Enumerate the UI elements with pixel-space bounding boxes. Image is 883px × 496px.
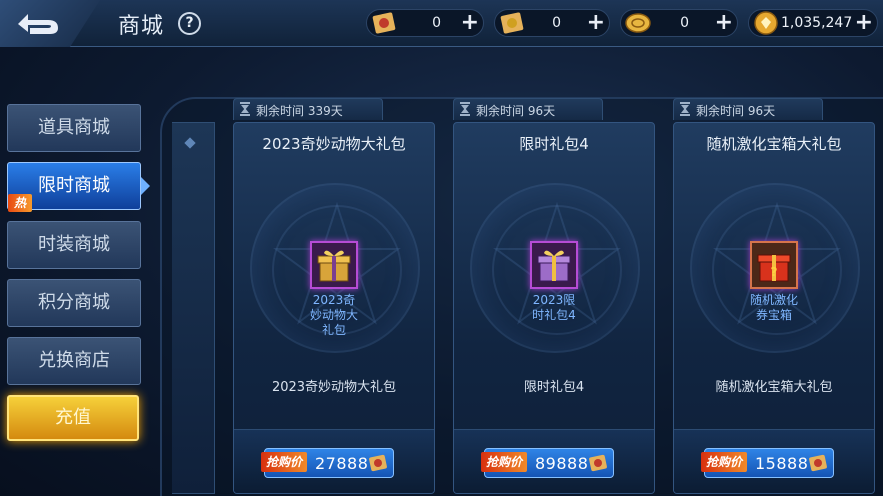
resource-value: 0 [680, 15, 689, 31]
sidebar-item-points-shop[interactable]: 积分商城 [7, 279, 141, 327]
countdown-text: 剩余时间 96天 [696, 104, 776, 118]
countdown-text: 剩余时间 339天 [256, 104, 343, 118]
countdown-tab: 剩余时间 339天 [233, 98, 383, 120]
red-mystery-box-icon[interactable]: ? [750, 241, 798, 289]
previous-card-edge [172, 122, 215, 494]
add-red-voucher-button[interactable]: + [461, 11, 479, 35]
resource-red-voucher: 0 + [366, 9, 484, 37]
voucher-icon [369, 454, 387, 472]
sale-price-tag: 抢购价 [481, 452, 528, 472]
buy-button[interactable]: 抢购价 15888 [701, 448, 834, 478]
resource-value: 0 [432, 15, 441, 31]
sidebar-item-label: 兑换商店 [38, 350, 110, 371]
buy-button[interactable]: 抢购价 27888 [261, 448, 394, 478]
resource-diamond-coupon: 1,035,247 + [748, 9, 878, 37]
hourglass-icon [680, 102, 690, 116]
product-card[interactable]: 2023奇妙动物大礼包 2023奇 妙动物大 礼包 2023奇妙动物大礼包 抢购… [233, 122, 435, 494]
recharge-button[interactable]: 充值 [7, 395, 139, 441]
hourglass-icon [240, 102, 250, 116]
countdown-tab: 剩余时间 96天 [673, 98, 823, 120]
resource-value: 0 [552, 15, 561, 31]
sidebar-item-label: 限时商城 [38, 175, 110, 196]
back-arrow-icon [18, 14, 58, 34]
item-name-text: 随机激化 券宝箱 [749, 293, 798, 322]
product-title: 随机激化宝箱大礼包 [706, 135, 842, 153]
sidebar-item-label: 积分商城 [38, 292, 110, 313]
diamond-ornament-icon [184, 137, 196, 149]
gold-gift-box-icon[interactable] [310, 241, 358, 289]
buy-button[interactable]: 抢购价 89888 [481, 448, 614, 478]
voucher-icon [589, 454, 607, 472]
sidebar-item-limited-shop[interactable]: 限时商城热 [7, 162, 150, 212]
gold-voucher-icon [500, 12, 524, 34]
sidebar-item-exchange-store[interactable]: 兑换商店 [7, 337, 141, 385]
price-bar: 抢购价 27888 [234, 429, 434, 493]
item-name-text: 2023奇 妙动物大 礼包 [309, 293, 358, 337]
price-bar: 抢购价 15888 [674, 429, 874, 493]
sidebar-item-label: 时装商城 [38, 234, 110, 255]
item-name: 2023奇 妙动物大 礼包 [234, 293, 434, 338]
svg-text:?: ? [771, 265, 778, 279]
add-gold-voucher-button[interactable]: + [587, 11, 605, 35]
item-name: 2023限 时礼包4 [454, 293, 654, 323]
resource-value: 1,035,247 [781, 15, 853, 31]
top-bar: 商城 ? 0 + 0 + 0 + 1,035,247 + [0, 0, 883, 47]
price-value: 89888 [535, 454, 589, 473]
countdown-text: 剩余时间 96天 [476, 104, 556, 118]
product-description: 随机激化宝箱大礼包 [715, 380, 833, 395]
product-title: 限时礼包4 [519, 135, 589, 153]
back-button[interactable] [0, 0, 100, 47]
item-name-text: 2023限 时礼包4 [532, 293, 576, 322]
product-card[interactable]: 限时礼包4 2023限 时礼包4 限时礼包4 抢购价 89888 [453, 122, 655, 494]
hot-badge: 热 [8, 194, 33, 212]
red-voucher-icon [372, 12, 396, 34]
add-gold-coin-button[interactable]: + [715, 11, 733, 35]
sale-price-tag: 抢购价 [701, 452, 748, 472]
sale-price-tag: 抢购价 [261, 452, 308, 472]
price-value: 27888 [315, 454, 369, 473]
price-value: 15888 [755, 454, 809, 473]
gold-coin-icon [625, 13, 651, 33]
resource-gold-coin: 0 + [620, 9, 738, 37]
hourglass-icon [460, 102, 470, 116]
page-title: 商城 [118, 14, 165, 39]
add-diamond-coupon-button[interactable]: + [855, 11, 873, 35]
sidebar-item-fashion-shop[interactable]: 时装商城 [7, 221, 141, 269]
product-title: 2023奇妙动物大礼包 [262, 135, 406, 153]
resource-gold-voucher: 0 + [494, 9, 610, 37]
price-bar: 抢购价 89888 [454, 429, 654, 493]
voucher-icon [809, 454, 827, 472]
product-card[interactable]: 随机激化宝箱大礼包 ? 随机激化 券宝箱 随机激化宝箱大礼包 抢购价 15888 [673, 122, 875, 494]
purple-gift-box-icon[interactable] [530, 241, 578, 289]
countdown-tab: 剩余时间 96天 [453, 98, 603, 120]
sidebar-item-label: 道具商城 [38, 117, 110, 138]
help-icon[interactable]: ? [178, 12, 201, 35]
product-description: 2023奇妙动物大礼包 [271, 380, 397, 395]
item-name: 随机激化 券宝箱 [674, 293, 874, 323]
sidebar-item-item-shop[interactable]: 道具商城 [7, 104, 141, 152]
diamond-coupon-icon [754, 11, 778, 35]
product-description: 限时礼包4 [523, 380, 585, 395]
